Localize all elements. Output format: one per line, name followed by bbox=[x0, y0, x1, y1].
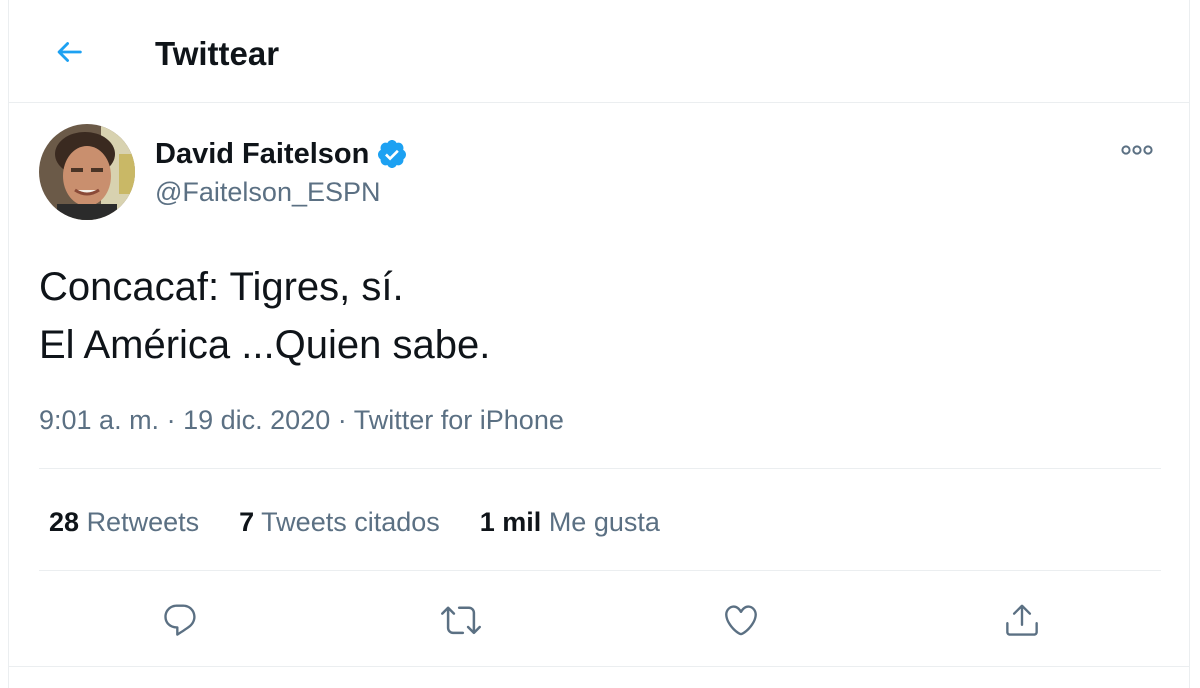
tweet-actions bbox=[9, 592, 1189, 648]
likes-label: Me gusta bbox=[548, 506, 660, 537]
quotes-stat[interactable]: 7 Tweets citados bbox=[239, 507, 440, 538]
divider bbox=[9, 666, 1189, 667]
retweet-button[interactable] bbox=[433, 592, 489, 648]
retweet-icon bbox=[441, 606, 481, 635]
tweet-source[interactable]: Twitter for iPhone bbox=[354, 405, 564, 435]
quotes-count: 7 bbox=[239, 506, 255, 537]
author-name-text: David Faitelson bbox=[155, 138, 370, 170]
tweet-meta: 9:01 a. m. · 19 dic. 2020 · Twitter for … bbox=[39, 402, 564, 438]
page-title: Twittear bbox=[155, 35, 280, 72]
avatar-image bbox=[39, 124, 135, 220]
tweet-date[interactable]: 19 dic. 2020 bbox=[183, 405, 330, 435]
likes-stat[interactable]: 1 mil Me gusta bbox=[480, 507, 660, 538]
meta-separator: · bbox=[166, 405, 176, 435]
tweet-text: Concacaf: Tigres, sí. El América ...Quie… bbox=[39, 265, 491, 367]
arrow-left-icon bbox=[57, 42, 82, 62]
tweet-stats: 28 Retweets 7 Tweets citados 1 mil Me gu… bbox=[49, 502, 700, 542]
retweets-label: Retweets bbox=[86, 506, 200, 537]
divider bbox=[39, 570, 1161, 571]
verified-badge-icon bbox=[378, 140, 407, 168]
divider bbox=[39, 468, 1161, 469]
like-button[interactable] bbox=[713, 592, 769, 648]
likes-count: 1 mil bbox=[479, 506, 542, 537]
tweet-detail-panel: Twittear David Faitelson @Faitelson_ESPN bbox=[8, 0, 1190, 688]
more-dots-icon bbox=[1121, 145, 1153, 155]
retweets-stat[interactable]: 28 Retweets bbox=[49, 507, 199, 538]
reply-button[interactable] bbox=[152, 592, 208, 648]
quotes-label: Tweets citados bbox=[261, 506, 440, 537]
reply-icon bbox=[164, 604, 196, 636]
author-handle[interactable]: @Faitelson_ESPN bbox=[155, 175, 381, 209]
meta-separator: · bbox=[337, 405, 347, 435]
avatar[interactable] bbox=[39, 124, 135, 220]
back-button[interactable] bbox=[49, 32, 89, 72]
retweets-count: 28 bbox=[49, 506, 80, 537]
share-icon bbox=[1006, 604, 1038, 636]
author-name[interactable]: David Faitelson bbox=[155, 136, 408, 172]
share-button[interactable] bbox=[994, 592, 1050, 648]
page-header: Twittear bbox=[9, 0, 1189, 103]
heart-icon bbox=[725, 605, 757, 636]
more-options-button[interactable] bbox=[1115, 136, 1159, 164]
tweet-time[interactable]: 9:01 a. m. bbox=[39, 405, 159, 435]
